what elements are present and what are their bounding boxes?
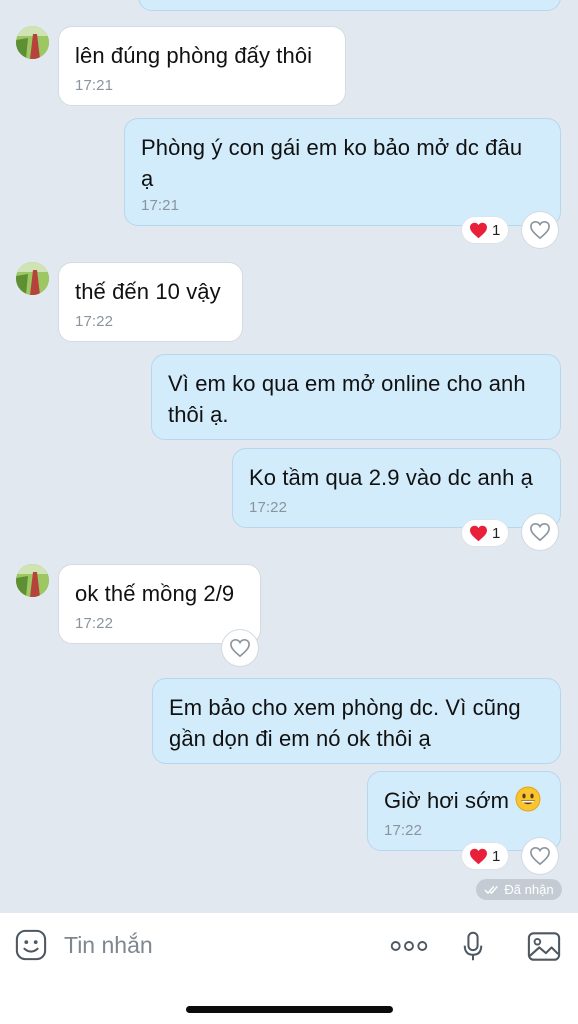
heart-icon (470, 848, 487, 864)
previous-message-bubble[interactable] (138, 0, 561, 11)
heart-icon (470, 222, 487, 238)
message-bubble-outgoing[interactable]: Vì em ko qua em mở online cho anh thôi ạ… (151, 354, 561, 440)
avatar-image (16, 564, 49, 597)
sticker-icon (15, 929, 47, 961)
message-text-line-2: thôi ạ. (168, 402, 229, 427)
message-bubble-outgoing[interactable]: Ko tầm qua 2.9 vào dc anh ạ 17:22 (232, 448, 561, 528)
message-time: 17:22 (75, 615, 114, 632)
message-text-line-1: Vì em ko qua em mở online cho anh (168, 371, 526, 396)
image-icon (527, 931, 561, 961)
like-button[interactable] (222, 630, 258, 666)
message-bubble-outgoing[interactable]: Phòng ý con gái em ko bảo mở dc đâu ạ 17… (124, 118, 561, 226)
reaction-badge[interactable]: 1 (462, 217, 509, 243)
message-text: lên đúng phòng đấy thôi (75, 43, 313, 68)
more-icon (390, 941, 428, 951)
heart-icon (470, 525, 487, 541)
message-text: Giờ hơi sớm (384, 788, 510, 813)
message-text: ok thế mồng 2/9 (75, 581, 235, 606)
message-text: thế đến 10 vậy (75, 279, 221, 304)
avatar-image (16, 262, 49, 295)
contact-avatar[interactable] (16, 26, 49, 59)
message-bubble-incoming[interactable]: thế đến 10 vậy 17:22 (58, 262, 243, 342)
like-button[interactable] (522, 514, 558, 550)
message-text-line-2: gần dọn đi em nó ok thôi ạ (169, 726, 431, 751)
like-button[interactable] (522, 838, 558, 874)
voice-button[interactable] (459, 927, 487, 965)
reaction-badge[interactable]: 1 (462, 520, 509, 546)
home-indicator (186, 1006, 393, 1013)
delivery-status-text: Đã nhận (504, 882, 554, 897)
message-time: 17:21 (141, 197, 180, 214)
contact-avatar[interactable] (16, 262, 49, 295)
message-text: Ko tầm qua 2.9 vào dc anh ạ (249, 465, 534, 490)
heart-outline-icon (530, 846, 550, 866)
message-time: 17:22 (249, 499, 288, 516)
double-check-icon (484, 885, 499, 895)
reaction-badge[interactable]: 1 (462, 843, 509, 869)
message-bubble-outgoing[interactable]: Em bảo cho xem phòng dc. Vì cũng gần dọn… (152, 678, 561, 764)
message-time: 17:22 (384, 822, 423, 839)
like-button[interactable] (522, 212, 558, 248)
reaction-count: 1 (492, 847, 501, 865)
reaction-count: 1 (492, 524, 501, 542)
contact-avatar[interactable] (16, 564, 49, 597)
message-bubble-incoming[interactable]: lên đúng phòng đấy thôi 17:21 (58, 26, 346, 106)
heart-outline-icon (230, 638, 250, 658)
message-time: 17:21 (75, 77, 114, 94)
heart-outline-icon (530, 220, 550, 240)
avatar-image (16, 26, 49, 59)
message-text-line-1: Em bảo cho xem phòng dc. Vì cũng (169, 695, 521, 720)
message-input[interactable]: Tin nhắn (64, 929, 153, 961)
heart-outline-icon (530, 522, 550, 542)
message-text-line-2: ạ (141, 166, 154, 191)
image-button[interactable] (526, 929, 562, 963)
delivery-status-badge: Đã nhận (476, 879, 562, 900)
reaction-count: 1 (492, 221, 501, 239)
grinning-face-emoji (515, 786, 541, 812)
microphone-icon (463, 931, 483, 960)
message-text-line-1: Phòng ý con gái em ko bảo mở dc đâu (141, 135, 523, 160)
message-time: 17:22 (75, 313, 114, 330)
sticker-button[interactable] (14, 928, 48, 962)
more-button[interactable] (389, 935, 429, 957)
